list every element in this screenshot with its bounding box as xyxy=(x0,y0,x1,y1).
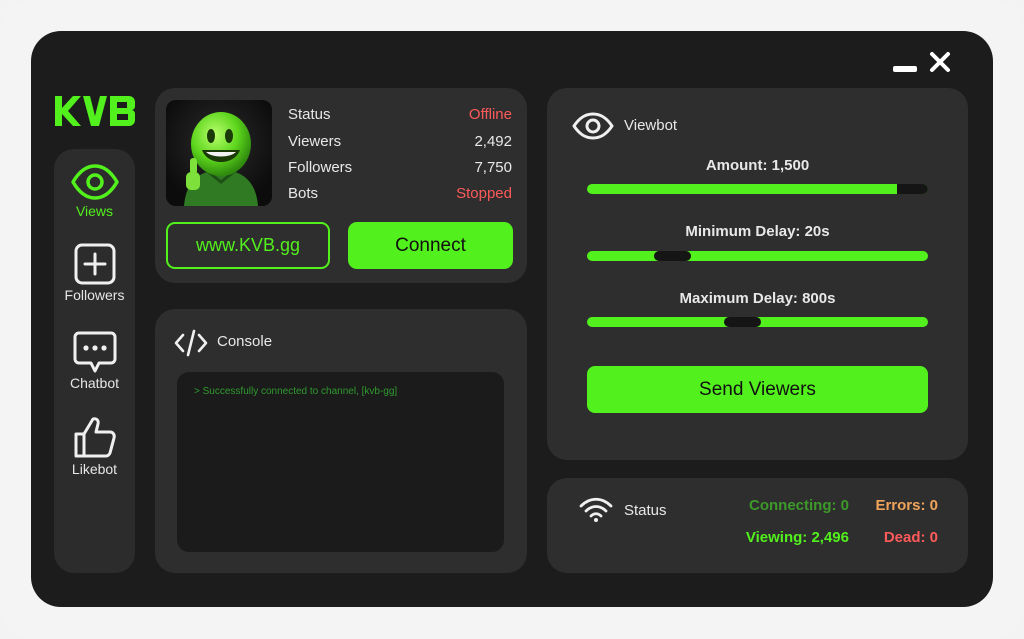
max-delay-slider-thumb[interactable] xyxy=(724,317,761,327)
close-button[interactable] xyxy=(929,51,951,73)
send-viewers-button[interactable]: Send Viewers xyxy=(587,366,928,413)
max-delay-label: Maximum Delay: 800s xyxy=(679,290,836,307)
bots-label: Bots xyxy=(288,185,319,202)
sidebar-item-likebot[interactable]: Likebot xyxy=(54,415,135,477)
status-panel xyxy=(547,478,968,573)
viewbot-title: Viewbot xyxy=(624,117,678,134)
sidebar-item-followers[interactable]: Followers xyxy=(54,243,135,303)
viewers-label: Viewers xyxy=(288,133,342,150)
close-icon xyxy=(930,52,950,72)
sidebar-item-label: Likebot xyxy=(71,461,118,477)
sidebar-item-chatbot[interactable]: Chatbot xyxy=(54,331,135,391)
wifi-icon xyxy=(579,497,613,522)
amount-slider[interactable] xyxy=(587,184,928,194)
status-label: Status xyxy=(288,106,331,123)
sidebar-item-views[interactable]: Views xyxy=(54,163,135,219)
dead-count: Dead: 0 xyxy=(883,529,938,546)
console-title: Console xyxy=(217,333,273,350)
status-title: Status xyxy=(624,502,667,519)
min-delay-slider[interactable] xyxy=(587,251,928,261)
minimize-button[interactable] xyxy=(893,66,917,72)
code-icon xyxy=(174,329,208,357)
sidebar-item-label: Views xyxy=(75,203,114,219)
followers-label: Followers xyxy=(288,159,353,176)
chat-bubble-icon xyxy=(73,331,116,373)
min-delay-slider-thumb[interactable] xyxy=(654,251,691,261)
errors-count: Errors: 0 xyxy=(875,497,938,514)
followers-value: 7,750 xyxy=(474,159,512,176)
amount-slider-empty xyxy=(897,184,928,194)
smiley-avatar-image xyxy=(166,100,272,206)
kvb-logo xyxy=(55,96,137,131)
console-output[interactable] xyxy=(177,372,504,552)
status-value: Offline xyxy=(468,106,512,123)
eye-icon xyxy=(70,164,119,200)
sidebar-item-label: Followers xyxy=(64,287,125,303)
sidebar: Views Followers Chatbot Likebot xyxy=(54,149,135,573)
viewing-count: Viewing: 2,496 xyxy=(745,529,849,546)
avatar xyxy=(166,100,272,206)
connect-button[interactable]: Connect xyxy=(348,222,513,269)
sidebar-item-label: Chatbot xyxy=(69,375,120,391)
min-delay-label: Minimum Delay: 20s xyxy=(685,223,830,240)
plus-square-icon xyxy=(74,243,115,285)
amount-label: Amount: 1,500 xyxy=(705,157,810,174)
eye-icon xyxy=(572,112,614,140)
bots-value: Stopped xyxy=(456,185,512,202)
website-button[interactable]: www.KVB.gg xyxy=(166,222,330,269)
viewers-value: 2,492 xyxy=(474,133,512,150)
connecting-count: Connecting: 0 xyxy=(749,497,849,514)
logo-graphic xyxy=(55,96,136,126)
thumbs-up-icon xyxy=(74,417,116,458)
console-line: > Successfully connected to channel, [kv… xyxy=(194,386,398,397)
